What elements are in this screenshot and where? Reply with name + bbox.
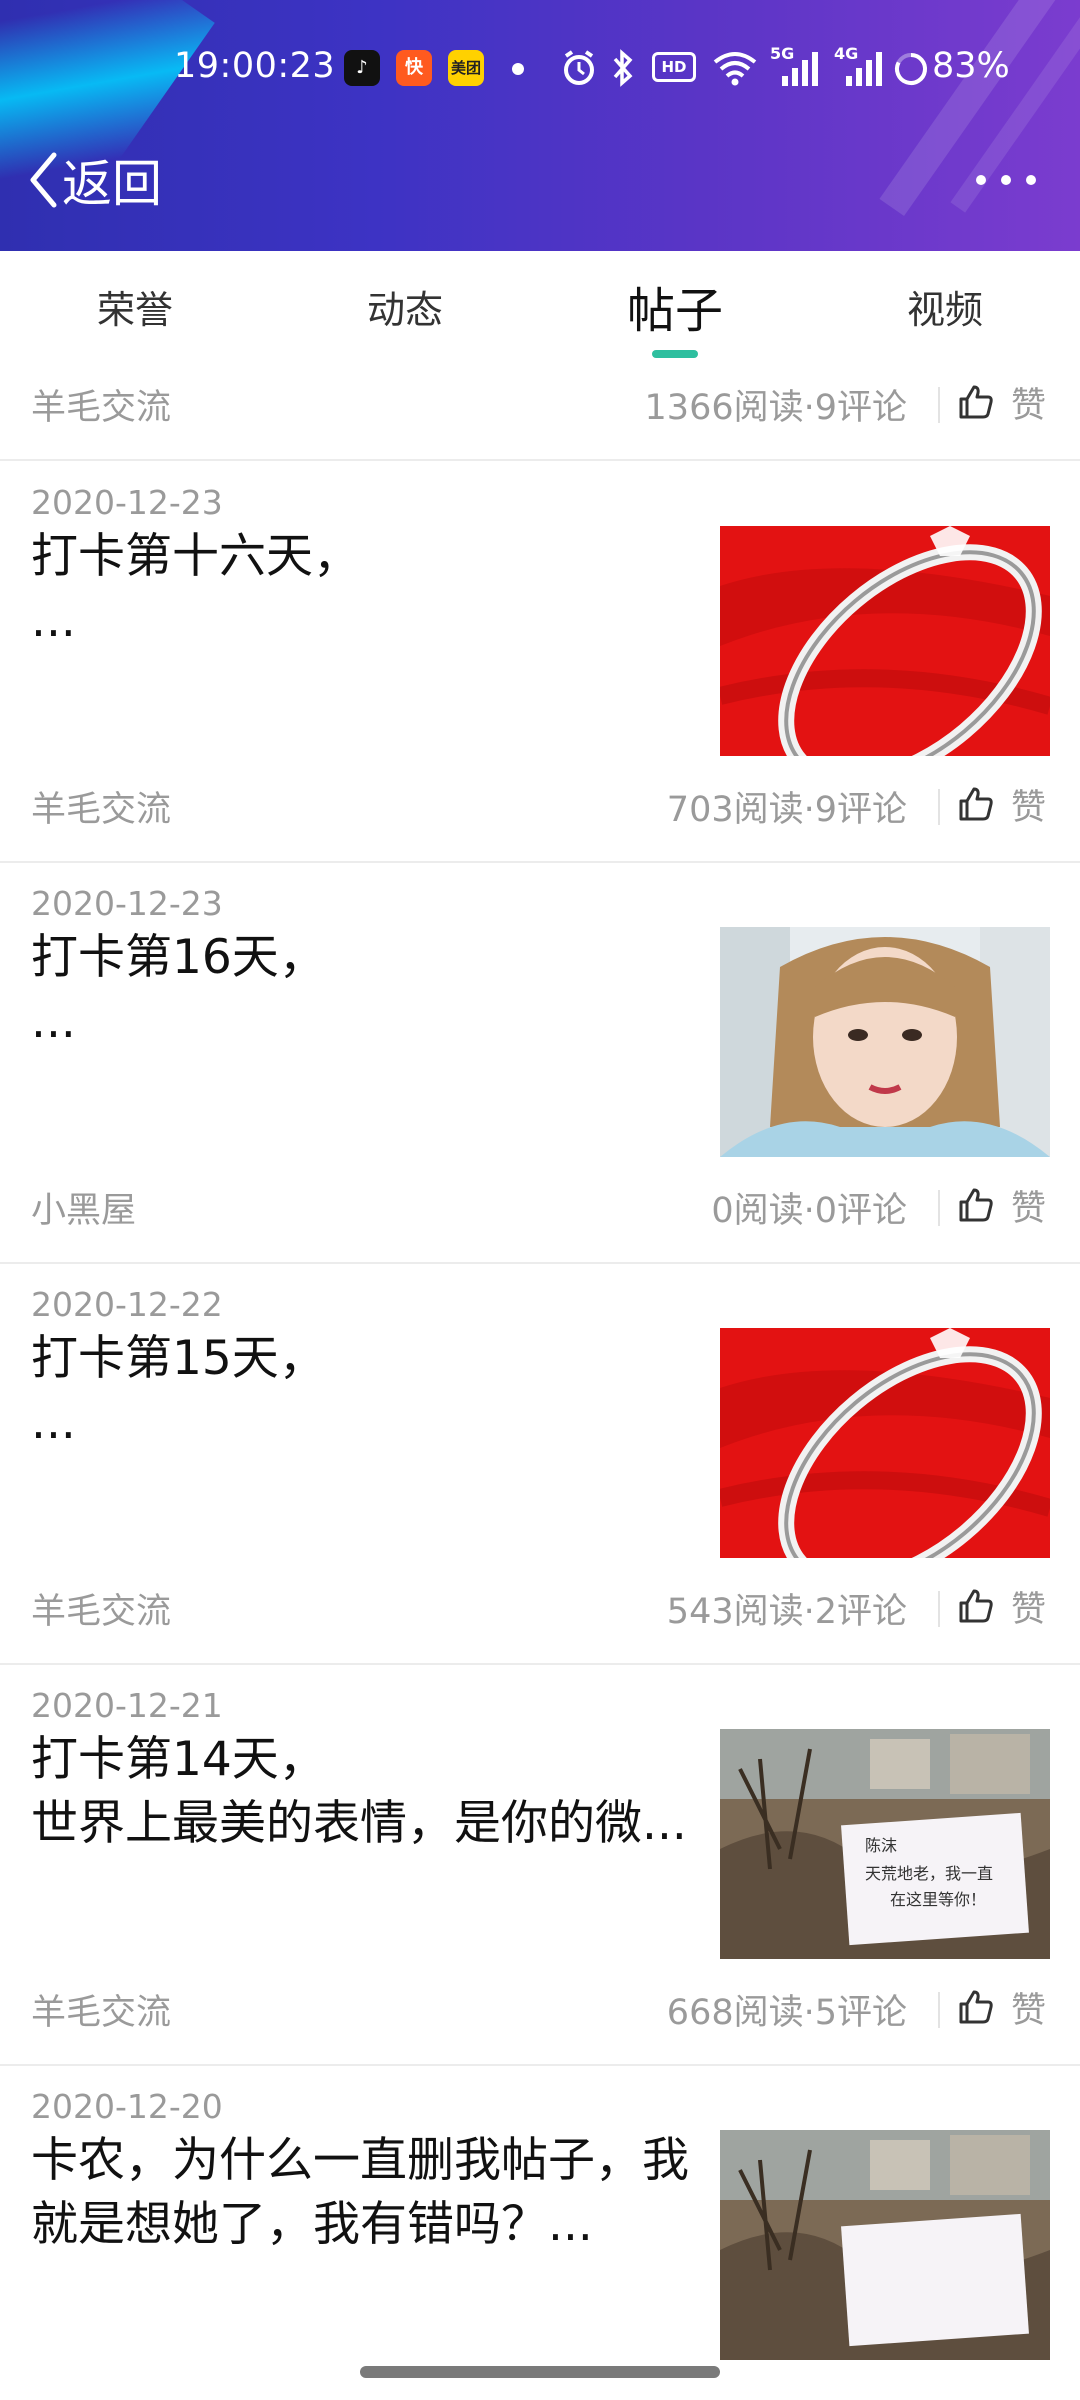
post-title: 打卡第15天， ... — [31, 1327, 711, 1455]
tab-honors[interactable]: 荣誉 — [55, 279, 215, 334]
post-title-line: 打卡第14天， — [31, 1732, 326, 1787]
post-title-line: ... — [31, 593, 76, 648]
divider — [938, 387, 940, 423]
thumbs-up-icon — [959, 1990, 993, 2024]
like-button[interactable]: 赞 — [957, 779, 1046, 829]
post-date: 2020-12-20 — [31, 2087, 223, 2126]
post-title-line: 世界上最美的表情，是你的微... — [31, 1796, 687, 1851]
divider — [938, 1992, 940, 2028]
post-stats: 703阅读·9评论 — [666, 790, 907, 830]
like-label: 赞 — [1011, 787, 1047, 828]
tab-videos[interactable]: 视频 — [865, 279, 1025, 334]
tab-posts[interactable]: 帖子 — [595, 271, 755, 341]
note-text: 陈沫 — [865, 1836, 897, 1855]
post-title-line: ... — [31, 994, 76, 1049]
thumbs-up-icon — [959, 1589, 993, 1623]
divider — [938, 789, 940, 825]
post-category[interactable]: 羊毛交流 — [31, 379, 171, 430]
profile-tabs: 荣誉 动态 帖子 视频 — [0, 251, 1080, 359]
like-button[interactable]: 赞 — [957, 377, 1046, 427]
more-icon — [1026, 175, 1036, 185]
post-footer: 羊毛交流 668阅读·5评论 赞 — [0, 1984, 1080, 2034]
post-date: 2020-12-21 — [31, 1686, 223, 1725]
bluetooth-icon — [613, 49, 633, 87]
post-item[interactable]: 羊毛交流 1366阅读·9评论 赞 — [0, 359, 1080, 461]
battery-icon — [895, 53, 927, 85]
post-title-line: 卡农，为什么一直删我帖子，我 — [31, 2133, 689, 2188]
home-indicator[interactable] — [360, 2366, 720, 2378]
post-title-line: 打卡第16天， — [31, 930, 326, 985]
like-button[interactable]: 赞 — [957, 1982, 1046, 2032]
post-item[interactable]: 2020-12-21 打卡第14天， 世界上最美的表情，是你的微... 陈沫 天… — [0, 1666, 1080, 2066]
post-stats: 543阅读·2评论 — [666, 1592, 907, 1632]
like-label: 赞 — [1011, 1188, 1047, 1229]
app-header: 19:00:23 ♪ 快 美团 HD 5G 4G 83% 返回 — [0, 0, 1080, 251]
douyin-icon: ♪ — [344, 50, 380, 86]
post-list: 羊毛交流 1366阅读·9评论 赞 2020-12-23 打卡第十六天， ... — [0, 359, 1080, 2400]
back-button[interactable]: 返回 — [28, 148, 162, 213]
post-title: 打卡第16天， ... — [31, 926, 711, 1054]
post-item[interactable]: 2020-12-23 打卡第十六天， ... 羊毛交流 703阅读·9评论 赞 — [0, 463, 1080, 863]
post-title-line: ... — [31, 1395, 76, 1450]
status-time: 19:00:23 — [174, 46, 336, 86]
post-title-line: 打卡第15天， — [31, 1331, 326, 1386]
like-button[interactable]: 赞 — [957, 1581, 1046, 1631]
post-date: 2020-12-22 — [31, 1285, 223, 1324]
post-stats: 1366阅读·9评论 — [644, 388, 907, 428]
divider — [938, 1591, 940, 1627]
post-date: 2020-12-23 — [31, 483, 223, 522]
divider — [938, 1190, 940, 1226]
post-thumbnail — [720, 2130, 1050, 2360]
more-icon — [1001, 175, 1011, 185]
alarm-icon — [564, 50, 594, 85]
signal-5g-icon — [782, 52, 818, 86]
chevron-left-icon — [30, 152, 57, 208]
post-date: 2020-12-23 — [31, 884, 223, 923]
active-tab-indicator — [652, 350, 698, 358]
post-footer: 羊毛交流 543阅读·2评论 赞 — [0, 1583, 1080, 1633]
post-item[interactable]: 2020-12-20 卡农，为什么一直删我帖子，我 就是想她了，我有错吗？... — [0, 2067, 1080, 2400]
like-button[interactable]: 赞 — [957, 1180, 1046, 1230]
post-thumbnail — [720, 526, 1050, 756]
like-label: 赞 — [1011, 1990, 1047, 2031]
notification-dot — [512, 63, 524, 75]
post-title: 打卡第14天， 世界上最美的表情，是你的微... — [31, 1728, 711, 1856]
post-thumbnail: 陈沫 天荒地老，我一直 在这里等你！ — [720, 1729, 1050, 1959]
post-title-line: 就是想她了，我有错吗？... — [31, 2197, 593, 2252]
like-label: 赞 — [1011, 385, 1047, 426]
thumbs-up-icon — [959, 385, 993, 419]
kuaishou-icon: 快 — [396, 50, 432, 86]
tab-activity[interactable]: 动态 — [325, 279, 485, 334]
post-item[interactable]: 2020-12-22 打卡第15天， ... 羊毛交流 543阅读·2评论 赞 — [0, 1265, 1080, 1665]
post-title: 卡农，为什么一直删我帖子，我 就是想她了，我有错吗？... — [31, 2129, 711, 2257]
post-footer: 小黑屋 0阅读·0评论 赞 — [0, 1182, 1080, 1232]
post-category[interactable]: 羊毛交流 — [31, 1583, 171, 1634]
post-footer: 羊毛交流 703阅读·9评论 赞 — [0, 781, 1080, 831]
post-title: 打卡第十六天， ... — [31, 525, 711, 653]
battery-level: 83% — [932, 46, 1010, 86]
note-text: 在这里等你！ — [890, 1890, 986, 1909]
thumbs-up-icon — [959, 787, 993, 821]
like-label: 赞 — [1011, 1589, 1047, 1630]
post-category[interactable]: 羊毛交流 — [31, 781, 171, 832]
note-text: 天荒地老，我一直 — [865, 1864, 993, 1883]
post-thumbnail — [720, 927, 1050, 1157]
post-stats: 0阅读·0评论 — [711, 1191, 907, 1231]
more-options-button[interactable] — [976, 164, 1036, 196]
post-thumbnail — [720, 1328, 1050, 1558]
signal-4g-icon — [846, 52, 882, 86]
hd-voice-icon: HD — [652, 52, 696, 82]
post-category[interactable]: 小黑屋 — [31, 1182, 136, 1233]
post-stats: 668阅读·5评论 — [666, 1993, 907, 2033]
post-footer: 羊毛交流 1366阅读·9评论 赞 — [0, 379, 1080, 429]
post-title-line: 打卡第十六天， — [31, 529, 360, 584]
back-label: 返回 — [62, 155, 162, 213]
wifi-icon — [713, 52, 757, 86]
more-icon — [976, 175, 986, 185]
post-category[interactable]: 羊毛交流 — [31, 1984, 171, 2035]
thumbs-up-icon — [959, 1188, 993, 1222]
post-item[interactable]: 2020-12-23 打卡第16天， ... 小黑屋 0阅读·0评论 赞 — [0, 864, 1080, 1264]
meituan-icon: 美团 — [448, 50, 484, 86]
